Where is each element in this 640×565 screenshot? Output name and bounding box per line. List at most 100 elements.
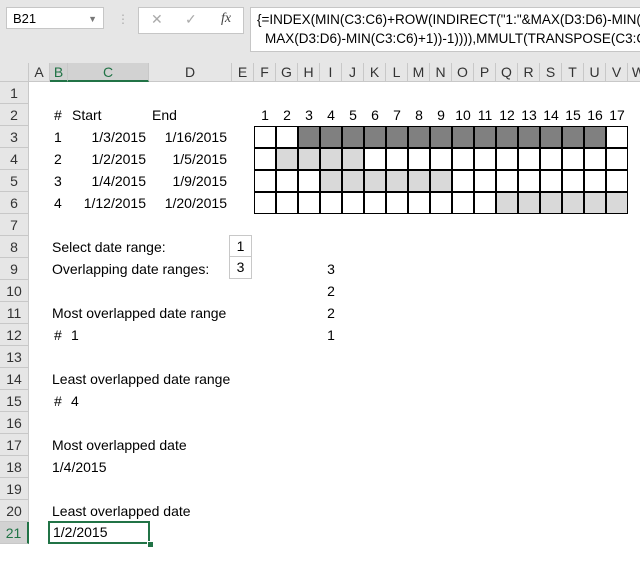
grid-cell <box>276 192 298 214</box>
selected-cell-b21[interactable]: 1/2/2015 <box>48 521 150 544</box>
column-header-P[interactable]: P <box>474 63 496 82</box>
grid-cell <box>298 148 320 170</box>
grid-cell <box>364 170 386 192</box>
grid-cell <box>584 170 606 192</box>
column-header-S[interactable]: S <box>540 63 562 82</box>
column-header-O[interactable]: O <box>452 63 474 82</box>
grid-cell <box>364 148 386 170</box>
overlap-count: 2 <box>327 283 335 299</box>
grid-cell <box>408 170 430 192</box>
most-overlapped-date-value: 1/4/2015 <box>52 459 107 475</box>
select-all-button[interactable] <box>0 63 29 82</box>
column-header-N[interactable]: N <box>430 63 452 82</box>
column-header-A[interactable]: A <box>29 63 50 82</box>
row-header-13[interactable]: 13 <box>0 346 29 368</box>
row-header-12[interactable]: 12 <box>0 324 29 346</box>
grid-cell <box>386 126 408 148</box>
column-header-Q[interactable]: Q <box>496 63 518 82</box>
name-box[interactable]: B21 ▼ <box>6 7 104 29</box>
row-number: 4 <box>54 195 62 211</box>
day-label: 7 <box>393 107 401 123</box>
row-header-21[interactable]: 21 <box>0 522 29 544</box>
grid-cell <box>518 126 540 148</box>
row-number: 1 <box>54 129 62 145</box>
grid-cell <box>474 192 496 214</box>
grid-cell <box>606 126 628 148</box>
row-header-14[interactable]: 14 <box>0 368 29 390</box>
grid-cell <box>386 170 408 192</box>
row-header-5[interactable]: 5 <box>0 170 29 192</box>
day-label: 17 <box>609 107 625 123</box>
column-header-B[interactable]: B <box>50 63 68 82</box>
overlapping-date-ranges-label: Overlapping date ranges: <box>52 261 210 277</box>
chevron-down-icon[interactable]: ▼ <box>88 8 97 30</box>
check-icon[interactable]: ✓ <box>185 11 197 28</box>
row-header-11[interactable]: 11 <box>0 302 29 324</box>
column-header-H[interactable]: H <box>298 63 320 82</box>
row-header-16[interactable]: 16 <box>0 412 29 434</box>
header-number: # <box>54 107 62 123</box>
day-label: 5 <box>349 107 357 123</box>
column-header-M[interactable]: M <box>408 63 430 82</box>
column-header-W[interactable]: W <box>628 63 640 82</box>
column-header-T[interactable]: T <box>562 63 584 82</box>
header-start: Start <box>72 107 102 123</box>
grid-cell <box>606 192 628 214</box>
grid-cell <box>562 126 584 148</box>
fx-icon[interactable]: fx <box>221 11 231 27</box>
row-header-15[interactable]: 15 <box>0 390 29 412</box>
end-date: 1/9/2015 <box>172 173 228 189</box>
row-header-2[interactable]: 2 <box>0 104 29 126</box>
grid-cell <box>408 192 430 214</box>
row-header-9[interactable]: 9 <box>0 258 29 280</box>
grid-cell <box>474 170 496 192</box>
day-label: 11 <box>477 107 493 123</box>
row-header-19[interactable]: 19 <box>0 478 29 500</box>
row-header-8[interactable]: 8 <box>0 236 29 258</box>
grid-cell <box>364 126 386 148</box>
grid-cell <box>254 126 276 148</box>
end-date: 1/5/2015 <box>172 151 228 167</box>
grid-cell <box>452 170 474 192</box>
column-header-R[interactable]: R <box>518 63 540 82</box>
column-header-I[interactable]: I <box>320 63 342 82</box>
day-label: 16 <box>587 107 603 123</box>
column-header-U[interactable]: U <box>584 63 606 82</box>
row-header-18[interactable]: 18 <box>0 456 29 478</box>
select-date-range-input[interactable]: 1 <box>229 235 252 257</box>
row-header-20[interactable]: 20 <box>0 500 29 522</box>
grid-cell <box>320 148 342 170</box>
column-header-V[interactable]: V <box>606 63 628 82</box>
column-header-G[interactable]: G <box>276 63 298 82</box>
overlap-count: 1 <box>327 327 335 343</box>
row-header-1[interactable]: 1 <box>0 82 29 104</box>
grid-cell <box>276 148 298 170</box>
column-header-K[interactable]: K <box>364 63 386 82</box>
column-header-D[interactable]: D <box>149 63 232 82</box>
grid-cell <box>540 192 562 214</box>
column-header-F[interactable]: F <box>254 63 276 82</box>
grid-cell <box>496 192 518 214</box>
day-label: 6 <box>371 107 379 123</box>
row-header-6[interactable]: 6 <box>0 192 29 214</box>
column-header-L[interactable]: L <box>386 63 408 82</box>
column-header-J[interactable]: J <box>342 63 364 82</box>
fill-handle[interactable] <box>147 541 154 548</box>
grid-cell <box>342 148 364 170</box>
most-overlapped-date-label: Most overlapped date <box>52 437 187 453</box>
column-header-C[interactable]: C <box>68 63 149 82</box>
row-header-4[interactable]: 4 <box>0 148 29 170</box>
grid-cell <box>254 192 276 214</box>
row-header-7[interactable]: 7 <box>0 214 29 236</box>
day-label: 10 <box>455 107 471 123</box>
grid-cell <box>496 126 518 148</box>
close-icon[interactable]: ✕ <box>151 11 163 28</box>
row-header-10[interactable]: 10 <box>0 280 29 302</box>
least-overlapped-range-value: 4 <box>71 393 79 409</box>
column-header-E[interactable]: E <box>232 63 254 82</box>
grid-cell <box>342 170 364 192</box>
row-header-17[interactable]: 17 <box>0 434 29 456</box>
day-label: 12 <box>499 107 515 123</box>
row-header-3[interactable]: 3 <box>0 126 29 148</box>
formula-bar[interactable]: {=INDEX(MIN(C3:C6)+ROW(INDIRECT("1:"&MAX… <box>250 7 640 52</box>
